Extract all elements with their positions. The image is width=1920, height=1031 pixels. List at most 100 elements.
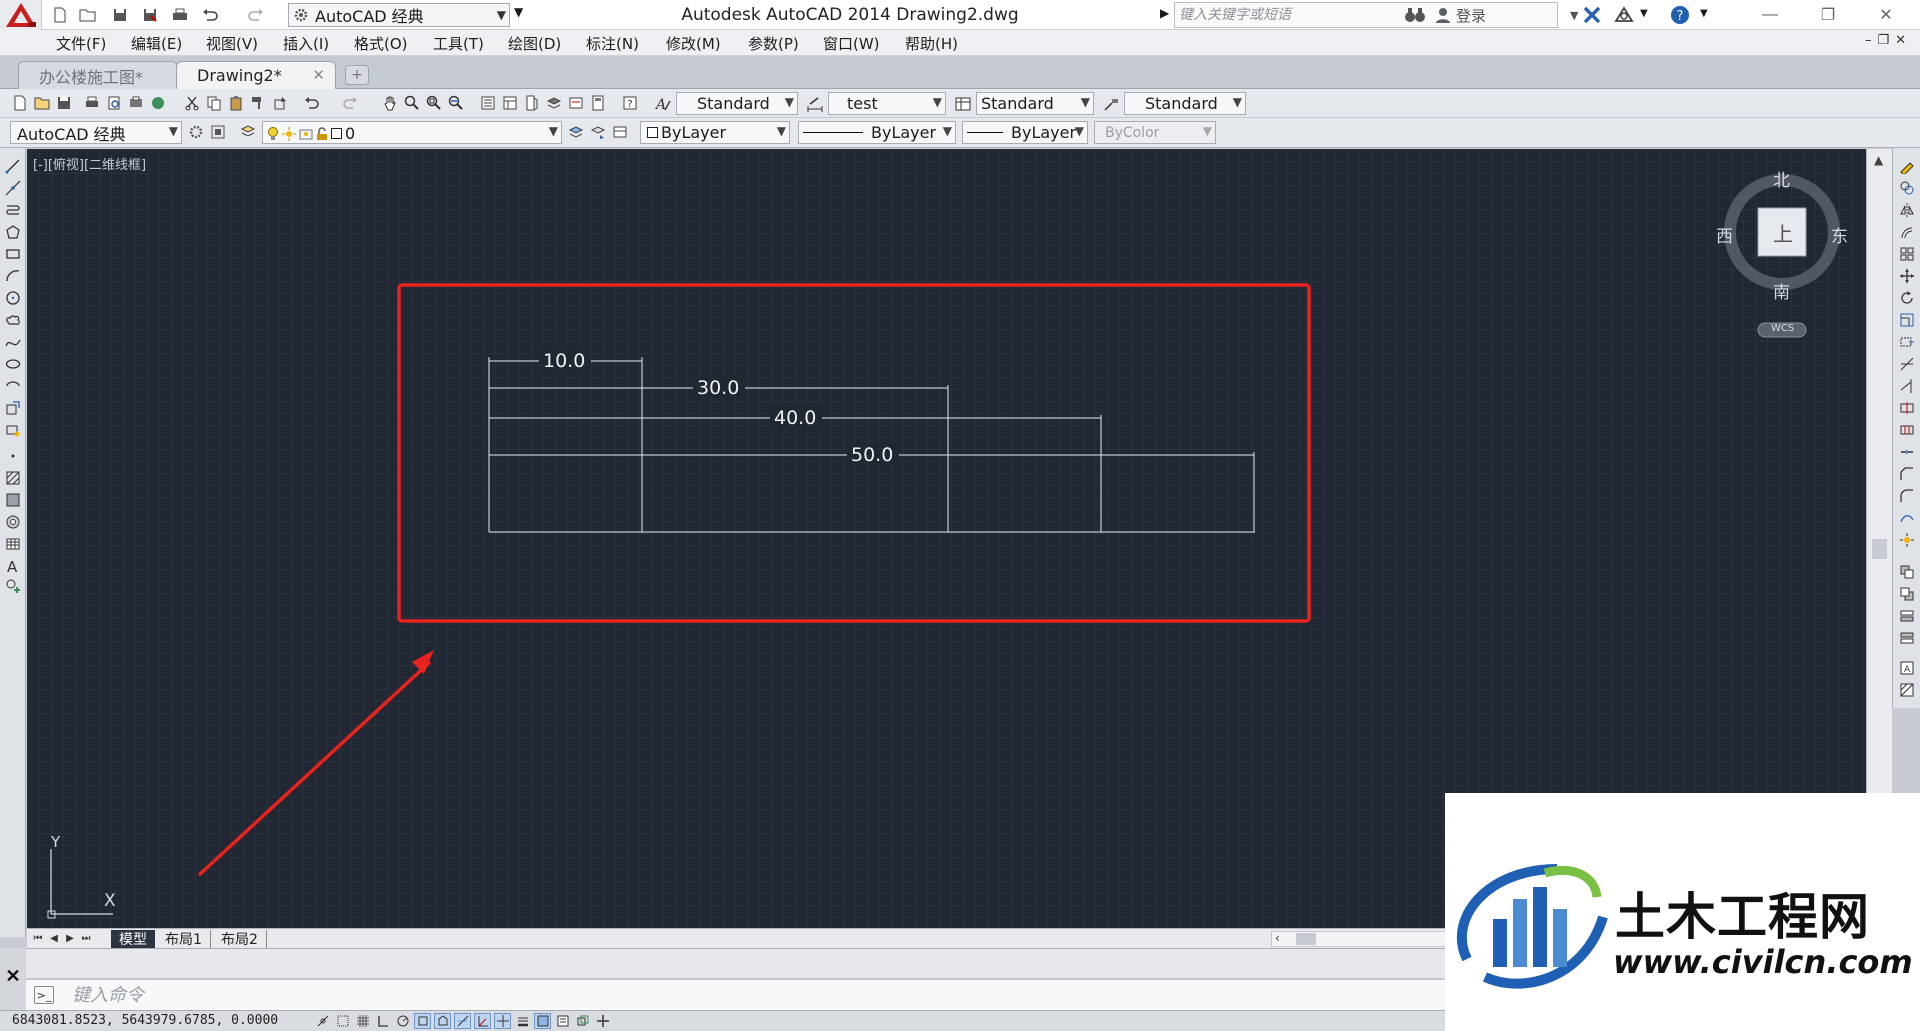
close-icon[interactable]: ✕ <box>312 66 325 84</box>
autodesk-360-icon[interactable] <box>1612 4 1636 26</box>
table-style-dropdown[interactable]: Standard ▼ <box>976 92 1094 115</box>
tab-layout1[interactable]: 布局1 <box>157 930 211 948</box>
design-center-icon[interactable] <box>500 93 519 112</box>
new-file-icon[interactable] <box>10 93 29 112</box>
match-properties-icon[interactable] <box>248 93 267 112</box>
viewcube-north[interactable]: 北 <box>1773 166 1790 191</box>
close-icon[interactable]: ✕ <box>3 966 23 986</box>
ortho-mode-icon[interactable] <box>374 1013 391 1029</box>
new-tab-button[interactable]: + <box>345 65 369 85</box>
multileader-style-icon[interactable] <box>1100 92 1122 115</box>
scroll-thumb[interactable] <box>1296 933 1316 945</box>
polar-tracking-icon[interactable] <box>394 1013 411 1029</box>
dynamic-input-icon[interactable] <box>494 1013 511 1029</box>
menu-format[interactable]: 格式(O) <box>354 33 408 54</box>
redo-icon[interactable] <box>244 4 268 26</box>
workspace-settings-icon[interactable] <box>186 122 205 141</box>
table-icon[interactable] <box>2 534 24 554</box>
lineweight-dropdown[interactable]: ByLayer ▼ <box>962 121 1088 144</box>
tab-model[interactable]: 模型 <box>111 930 155 948</box>
menu-dimension[interactable]: 标注(N) <box>586 33 639 54</box>
chevron-left-icon[interactable]: ‹ <box>1275 931 1280 945</box>
menu-tools[interactable]: 工具(T) <box>433 33 484 54</box>
plot-icon[interactable] <box>82 93 101 112</box>
copy-object-icon[interactable] <box>1897 178 1917 198</box>
open-file-icon[interactable] <box>32 93 51 112</box>
layer-state-icon[interactable] <box>610 122 629 141</box>
gradient-icon[interactable] <box>2 490 24 510</box>
workspace-toolbar-dropdown[interactable]: AutoCAD 经典 ▼ <box>10 121 182 144</box>
text-to-front-icon[interactable]: A <box>1897 658 1917 678</box>
scroll-thumb[interactable] <box>1872 539 1887 559</box>
chamfer-icon[interactable] <box>1897 464 1917 484</box>
line-icon[interactable] <box>2 156 24 176</box>
show-lineweight-icon[interactable] <box>514 1013 531 1029</box>
move-icon[interactable] <box>1897 266 1917 286</box>
publish-icon[interactable] <box>126 93 145 112</box>
block-editor-icon[interactable] <box>270 93 289 112</box>
help-icon[interactable]: ? <box>1668 4 1692 26</box>
3d-object-snap-icon[interactable] <box>434 1013 451 1029</box>
dimension-style-dropdown[interactable]: test ▼ <box>828 92 946 115</box>
multiline-text-icon[interactable]: A <box>2 556 24 576</box>
paste-icon[interactable] <box>226 93 245 112</box>
command-line-grip[interactable]: ✕ <box>0 948 26 1010</box>
ellipse-arc-icon[interactable] <box>2 376 24 396</box>
search-expand-icon[interactable]: ▶ <box>1160 6 1169 20</box>
menu-parametric[interactable]: 参数(P) <box>748 33 799 54</box>
menu-help[interactable]: 帮助(H) <box>905 33 958 54</box>
viewcube-top-face[interactable]: 上 <box>1773 218 1793 247</box>
document-window-controls[interactable]: –❐✕ <box>1865 33 1912 48</box>
draworder-above-icon[interactable] <box>1897 606 1917 626</box>
menu-view[interactable]: 视图(V) <box>206 33 258 54</box>
pan-icon[interactable] <box>380 93 399 112</box>
trim-icon[interactable] <box>1897 354 1917 374</box>
viewcube-south[interactable]: 南 <box>1773 278 1790 303</box>
save-icon[interactable] <box>54 93 73 112</box>
menu-edit[interactable]: 编辑(E) <box>131 33 182 54</box>
tab-layout2[interactable]: 布局2 <box>213 930 267 948</box>
dimension-style-icon[interactable] <box>804 92 826 115</box>
undo-icon[interactable] <box>198 4 222 26</box>
cut-icon[interactable] <box>182 93 201 112</box>
layer-previous-icon[interactable] <box>588 122 607 141</box>
color-dropdown[interactable]: ByLayer ▼ <box>640 121 790 144</box>
quick-properties-icon[interactable] <box>554 1013 571 1029</box>
3d-print-icon[interactable] <box>148 93 167 112</box>
transparency-icon[interactable] <box>534 1013 551 1029</box>
binoculars-search-icon[interactable] <box>1404 4 1426 26</box>
draworder-front-icon[interactable] <box>1897 562 1917 582</box>
grid-display-icon[interactable] <box>354 1013 371 1029</box>
viewcube-east[interactable]: 东 <box>1831 222 1848 247</box>
polyline-icon[interactable] <box>2 200 24 220</box>
sheet-set-icon[interactable] <box>544 93 563 112</box>
make-block-icon[interactable] <box>2 420 24 440</box>
command-prompt-icon[interactable]: >_ <box>34 986 54 1004</box>
erase-icon[interactable] <box>1897 156 1917 176</box>
menu-insert[interactable]: 插入(I) <box>283 33 329 54</box>
command-input[interactable] <box>72 983 1372 1007</box>
redo-icon[interactable] <box>340 93 359 112</box>
zoom-realtime-icon[interactable] <box>402 93 421 112</box>
open-file-icon[interactable] <box>76 4 100 26</box>
tool-palettes-icon[interactable] <box>522 93 541 112</box>
circle-icon[interactable] <box>2 288 24 308</box>
exchange-apps-icon[interactable] <box>1580 4 1604 26</box>
multileader-style-dropdown[interactable]: Standard ▼ <box>1124 92 1246 115</box>
quick-access-expand-icon[interactable]: ▼ <box>514 5 523 19</box>
restore-button[interactable]: ❐ <box>1800 0 1856 30</box>
mirror-icon[interactable] <box>1897 200 1917 220</box>
first-layout-icon[interactable]: ⏮ <box>31 931 45 946</box>
chevron-down-icon[interactable]: ▼ <box>1700 8 1708 19</box>
tab-office-building[interactable]: 办公楼施工图* <box>18 61 178 89</box>
add-selected-icon[interactable] <box>2 576 24 596</box>
previous-layout-icon[interactable]: ◀ <box>47 931 61 946</box>
properties-icon[interactable] <box>478 93 497 112</box>
zoom-previous-icon[interactable] <box>446 93 465 112</box>
snap-mode-icon[interactable] <box>334 1013 351 1029</box>
workspace-save-icon[interactable] <box>208 122 227 141</box>
revision-cloud-icon[interactable] <box>2 310 24 330</box>
object-snap-tracking-icon[interactable] <box>454 1013 471 1029</box>
application-menu-button[interactable] <box>0 0 42 30</box>
break-at-point-icon[interactable] <box>1897 398 1917 418</box>
